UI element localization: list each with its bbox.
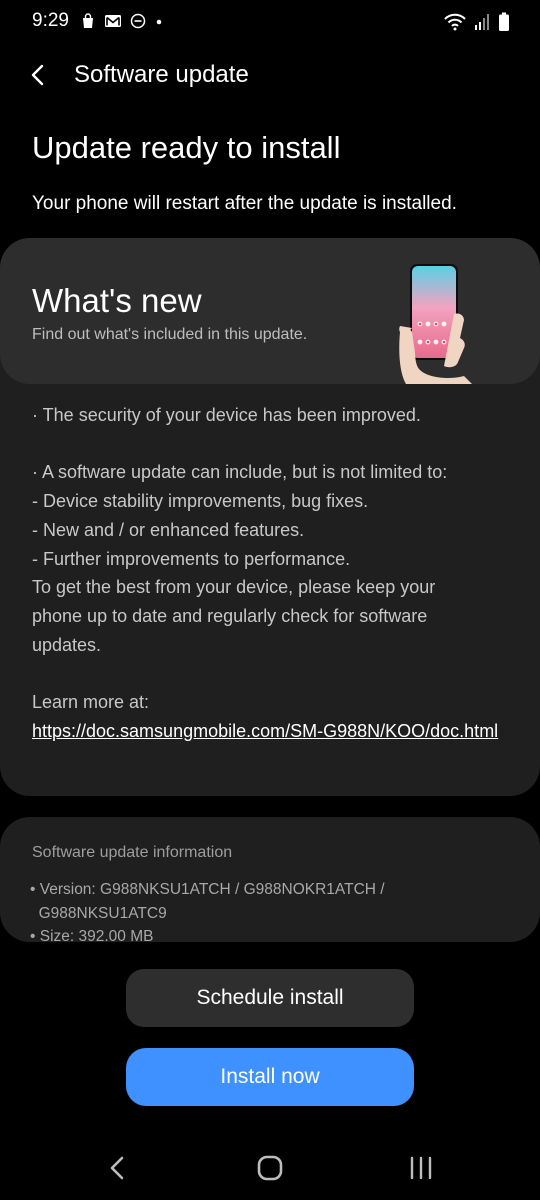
advice-line-2: phone up to date and regularly check for… — [32, 605, 428, 626]
whats-new-title: What's new — [32, 282, 202, 319]
version-line-1: • Version: G988NKSU1ATCH / G988NOKR1ATCH… — [30, 881, 385, 898]
install-now-button[interactable]: Install now — [126, 1048, 414, 1106]
app-bar: Software update — [0, 50, 540, 100]
update-info-body: • Version: G988NKSU1ATCH / G988NOKR1ATCH… — [30, 878, 510, 942]
chevron-left-icon — [31, 64, 44, 86]
status-icons-right — [444, 12, 510, 37]
back-button[interactable] — [22, 60, 52, 90]
advice-line-3: updates. — [32, 634, 102, 655]
whats-new-body: · The security of your device has been i… — [32, 401, 512, 745]
signal-icon — [474, 13, 490, 36]
whats-new-subtitle: Find out what's included in this update. — [32, 326, 308, 343]
update-item-features: - New and / or enhanced features. — [32, 519, 305, 540]
release-notes-link[interactable]: https://doc.samsungmobile.com/SM-G988N/K… — [32, 717, 512, 746]
status-icons-left — [80, 13, 164, 34]
update-item-performance: - Further improvements to performance. — [32, 548, 351, 569]
phone-in-hand-illustration — [396, 262, 480, 384]
update-info-card: Software update information • Version: G… — [0, 817, 540, 942]
nav-back-icon[interactable] — [106, 1154, 130, 1187]
status-time: 9:29 — [32, 10, 69, 31]
update-item-stability: - Device stability improvements, bug fix… — [32, 491, 369, 512]
advice-line-1: To get the best from your device, please… — [32, 577, 436, 598]
do-not-disturb-icon — [130, 13, 146, 34]
security-note: · The security of your device has been i… — [32, 405, 421, 425]
update-intro: · A software update can include, but is … — [32, 462, 448, 483]
whats-new-card: What's new Find out what's included in t… — [0, 238, 540, 796]
shopping-bag-icon — [80, 13, 96, 34]
status-bar: 9:29 — [0, 0, 540, 44]
battery-icon — [498, 12, 510, 37]
version-line-2: G988NKSU1ATC9 — [30, 904, 167, 922]
navigation-bar — [0, 1140, 540, 1200]
whats-new-header: What's new Find out what's included in t… — [0, 238, 540, 384]
wifi-icon — [444, 13, 466, 36]
nav-recent-apps-icon[interactable] — [408, 1155, 434, 1186]
learn-more-label: Learn more at: — [32, 692, 150, 712]
update-headline: Update ready to install — [32, 130, 341, 165]
schedule-install-button[interactable]: Schedule install — [126, 969, 414, 1027]
update-info-title: Software update information — [32, 844, 233, 861]
dot-icon — [154, 13, 164, 34]
page-title: Software update — [74, 61, 249, 88]
restart-notice: Your phone will restart after the update… — [32, 193, 457, 214]
nav-home-icon[interactable] — [256, 1154, 284, 1187]
size-line: • Size: 392.00 MB — [30, 928, 154, 942]
gmail-icon — [104, 13, 122, 34]
